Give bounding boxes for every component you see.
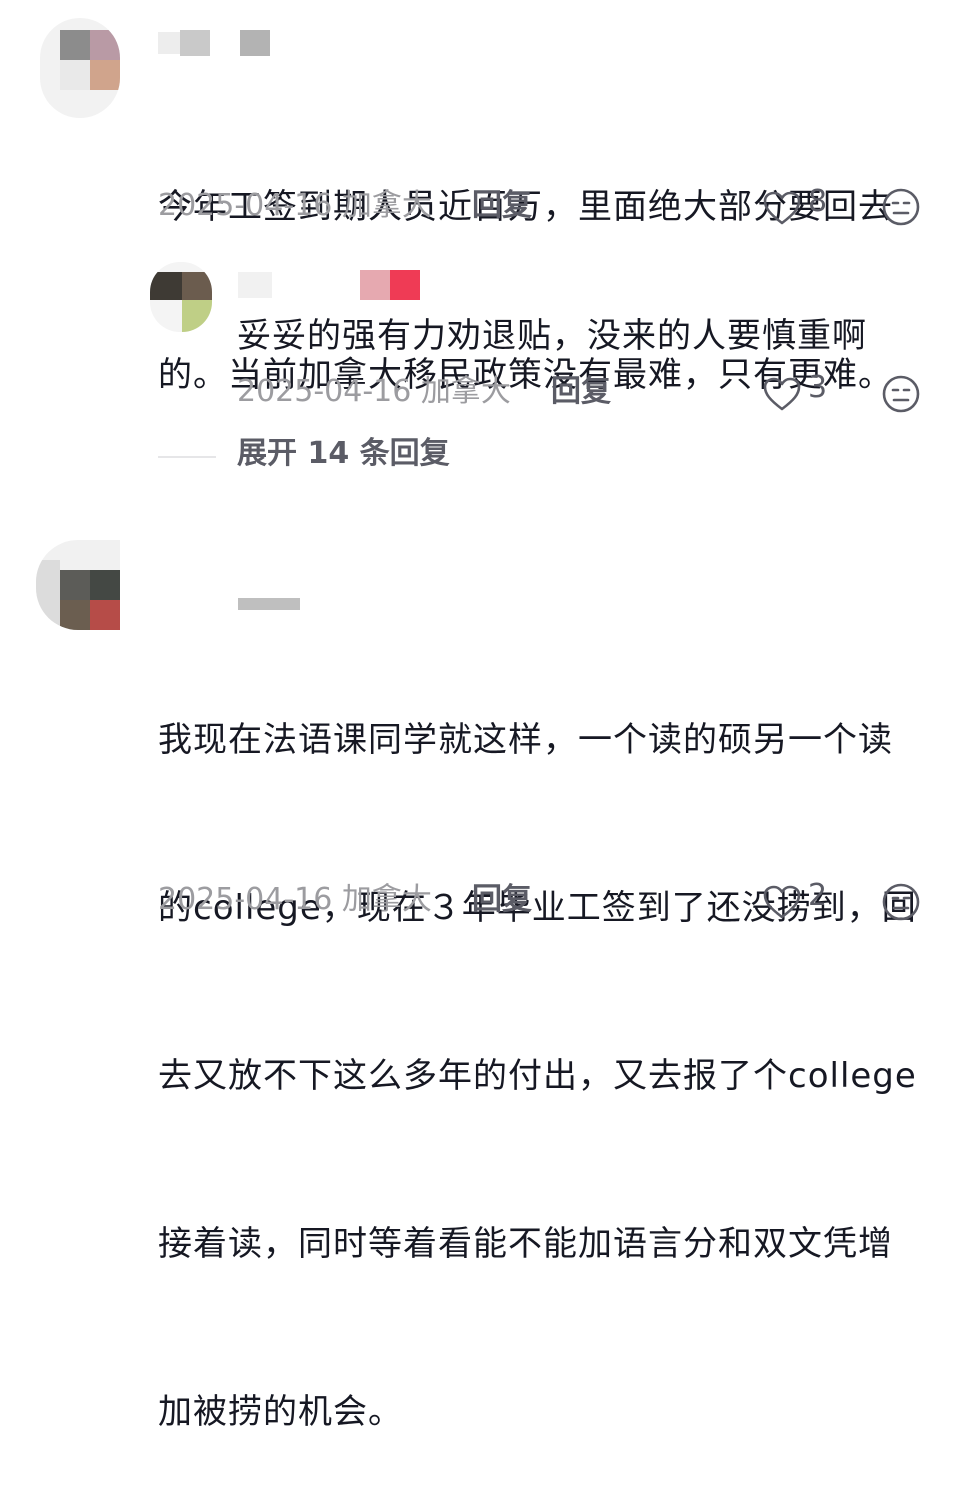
comment-meta: 2025-04-16 加拿大 (158, 186, 432, 226)
comment-line: 接着读，同时等着看能不能加语言分和双文凭增 (158, 1224, 893, 1264)
reply-date: 2025-04-16 (237, 374, 412, 409)
comment-date: 2025-04-16 (158, 882, 333, 917)
heart-outline-icon (763, 885, 801, 919)
reply-avatar[interactable] (150, 262, 212, 332)
neutral-face-icon[interactable] (881, 882, 921, 926)
comment-location: 加拿大 (341, 188, 432, 223)
reply-location: 加拿大 (420, 374, 511, 409)
comment-line: 去又放不下这么多年的付出，又去报了个college (158, 1056, 917, 1096)
avatar[interactable] (40, 18, 120, 118)
reply-button[interactable]: 回复 (472, 880, 532, 920)
username[interactable] (158, 28, 278, 58)
reply-meta: 2025-04-16 加拿大 (237, 372, 511, 412)
avatar[interactable] (36, 540, 120, 630)
heart-outline-icon (763, 191, 801, 225)
like-button[interactable] (762, 882, 842, 922)
comment-meta: 2025-04-16 加拿大 (158, 880, 432, 920)
reply-button[interactable]: 回复 (472, 186, 532, 226)
comment-line: 我现在法语课同学就这样，一个读的硕另一个读 (158, 720, 893, 760)
like-button[interactable] (762, 188, 842, 228)
expand-replies-button[interactable]: 展开 14 条回复 (237, 434, 450, 474)
expand-divider (158, 456, 216, 458)
like-count: 3 (808, 370, 828, 405)
comment-date: 2025-04-16 (158, 188, 333, 223)
comment-line: 加被捞的机会。 (158, 1392, 403, 1432)
comment-location: 加拿大 (341, 882, 432, 917)
like-count: 8 (808, 184, 828, 219)
neutral-face-icon[interactable] (881, 187, 921, 231)
like-count: 2 (808, 878, 828, 913)
neutral-face-icon[interactable] (881, 374, 921, 418)
like-button[interactable] (762, 374, 842, 414)
reply-text: 妥妥的强有力劝退贴，没来的人要慎重啊 (237, 316, 867, 356)
reply-button[interactable]: 回复 (551, 372, 611, 412)
reply-username[interactable] (238, 268, 428, 302)
comment-text: 我现在法语课同学就这样，一个读的硕另一个读 的college，现在３年毕业工签到… (158, 600, 948, 1496)
heart-outline-icon (763, 377, 801, 411)
